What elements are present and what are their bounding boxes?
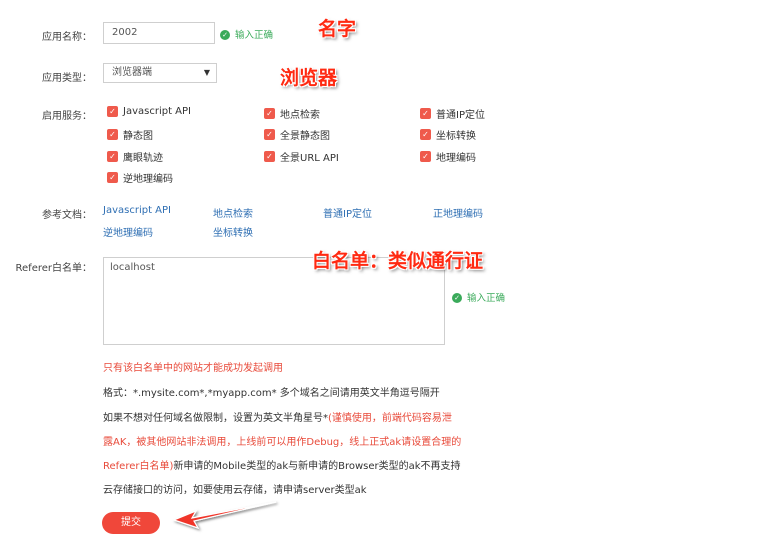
no-limit-text: 如果不想对任何域名做限制，设置为英文半角星号* (103, 413, 328, 424)
no-limit-note: 如果不想对任何域名做限制，设置为英文半角星号*(谨慎使用，前端代码容易泄 (103, 409, 452, 424)
service-checkbox[interactable]: ✓ 逆地理编码 (107, 170, 173, 185)
annotation-whitelist: 白名单：类似通行证 (312, 250, 484, 272)
service-checkbox[interactable]: ✓ 地点检索 (264, 106, 320, 121)
checkbox-checked-icon: ✓ (107, 151, 118, 162)
service-checkbox[interactable]: ✓ 鹰眼轨迹 (107, 149, 163, 164)
checkbox-checked-icon: ✓ (264, 151, 275, 162)
service-label: 全景URL API (280, 153, 339, 164)
app-name-label: 应用名称： (42, 32, 92, 43)
service-label: 全景静态图 (280, 131, 330, 142)
service-label: 鹰眼轨迹 (123, 153, 163, 164)
submit-button[interactable]: 提交 (102, 512, 160, 534)
docs-label: 参考文档： (42, 210, 92, 221)
mobile-text: 新申请的Mobile类型的ak与新申请的Browser类型的ak不再支持 (173, 461, 461, 472)
checkbox-checked-icon: ✓ (264, 108, 275, 119)
checkbox-checked-icon: ✓ (107, 129, 118, 140)
checkbox-checked-icon: ✓ (420, 108, 431, 119)
checkbox-checked-icon: ✓ (107, 106, 118, 117)
checkbox-checked-icon: ✓ (420, 129, 431, 140)
service-checkbox[interactable]: ✓ 全景URL API (264, 149, 339, 164)
service-label: Javascript API (123, 106, 191, 117)
doc-link[interactable]: 正地理编码 (433, 205, 483, 220)
caret-down-icon: ▼ (203, 68, 210, 77)
service-checkbox[interactable]: ✓ 静态图 (107, 127, 153, 142)
app-type-label: 应用类型： (42, 73, 92, 84)
checkbox-checked-icon: ✓ (264, 129, 275, 140)
services-label: 启用服务： (42, 111, 92, 122)
service-checkbox[interactable]: ✓ 全景静态图 (264, 127, 330, 142)
doc-link[interactable]: 地点检索 (213, 205, 253, 220)
app-type-value: 浏览器端 (112, 67, 152, 78)
service-checkbox[interactable]: ✓ Javascript API (107, 106, 191, 117)
whitelist-warning: 只有该白名单中的网站才能成功发起调用 (103, 363, 283, 374)
service-label: 普通IP定位 (436, 110, 485, 121)
service-label: 静态图 (123, 131, 153, 142)
service-label: 地理编码 (436, 153, 476, 164)
app-name-input[interactable]: 2002 (103, 22, 215, 44)
arrow-annotation-icon (172, 501, 277, 530)
service-label: 逆地理编码 (123, 174, 173, 185)
caution-text-2: 露AK，被其他网站非法调用，上线前可以用作Debug，线上正式ak请设置合理的 (103, 437, 462, 448)
service-checkbox[interactable]: ✓ 坐标转换 (420, 127, 476, 142)
checkbox-checked-icon: ✓ (107, 172, 118, 183)
referer-valid: ✓ 输入正确 (452, 290, 505, 304)
service-label: 坐标转换 (436, 131, 476, 142)
caution-text: (谨慎使用，前端代码容易泄 (328, 413, 452, 424)
service-label: 地点检索 (280, 110, 320, 121)
service-checkbox[interactable]: ✓ 地理编码 (420, 149, 476, 164)
format-note: 格式：*.mysite.com*,*myapp.com* 多个域名之间请用英文半… (103, 388, 440, 399)
app-type-select[interactable]: 浏览器端 ▼ (103, 63, 217, 83)
check-circle-icon: ✓ (220, 30, 230, 40)
doc-link[interactable]: 逆地理编码 (103, 224, 153, 239)
caution-text-3: Referer白名单) (103, 461, 174, 472)
valid-text: 输入正确 (235, 30, 274, 41)
service-checkbox[interactable]: ✓ 普通IP定位 (420, 106, 485, 121)
valid-text: 输入正确 (467, 293, 506, 304)
checkbox-checked-icon: ✓ (420, 151, 431, 162)
storage-note: 云存储接口的访问，如要使用云存储，请申请server类型ak (103, 485, 367, 496)
doc-link[interactable]: 普通IP定位 (323, 205, 372, 220)
annotation-name: 名字 (318, 18, 357, 40)
app-name-valid: ✓ 输入正确 (220, 27, 273, 41)
doc-link[interactable]: 坐标转换 (213, 224, 253, 239)
check-circle-icon: ✓ (452, 293, 462, 303)
doc-link[interactable]: Javascript API (103, 205, 171, 216)
referer-label: Referer白名单： (15, 263, 92, 274)
mobile-note: Referer白名单)新申请的Mobile类型的ak与新申请的Browser类型… (103, 457, 461, 472)
annotation-browser: 浏览器 (280, 67, 338, 89)
